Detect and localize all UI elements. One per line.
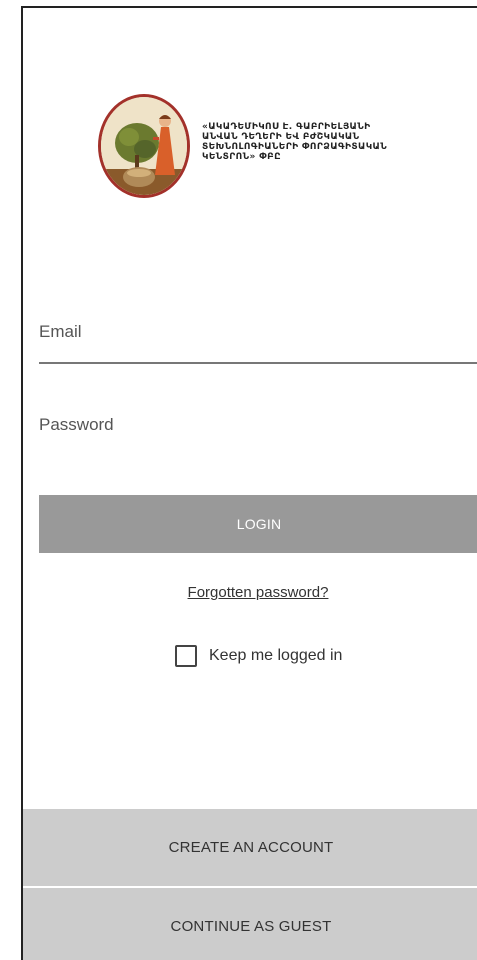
password-label: Password [39, 415, 114, 434]
brand-logo: «ԱԿԱԴԵՄԻԿՈՍ Է. ԳԱԲՐԻԵԼՅԱՆԻ ԱՆՎԱՆ ԴԵՂԵՐԻ … [98, 94, 418, 204]
logo-line-2: ԱՆՎԱՆ ԴԵՂԵՐԻ ԵՎ ԲԺՇԿԱԿԱՆ [202, 132, 360, 142]
create-account-label: CREATE AN ACCOUNT [168, 839, 334, 856]
keep-logged-in-label: Keep me logged in [209, 647, 343, 664]
logo-emblem [98, 94, 190, 198]
app-screen: «ԱԿԱԴԵՄԻԿՈՍ Է. ԳԱԲՐԻԵԼՅԱՆԻ ԱՆՎԱՆ ԴԵՂԵՐԻ … [21, 6, 477, 960]
forgot-password-link[interactable]: Forgotten password? [23, 584, 477, 601]
create-account-button[interactable]: CREATE AN ACCOUNT [23, 809, 477, 886]
login-button-label: LOGIN [236, 516, 282, 532]
logo-line-4: ԿԵՆՏՐՈՆ» ՓԲԸ [202, 152, 281, 162]
continue-as-guest-label: CONTINUE AS GUEST [170, 917, 332, 935]
email-field[interactable]: Email [39, 316, 477, 366]
logo-caption: «ԱԿԱԴԵՄԻԿՈՍ Է. ԳԱԲՐԻԵԼՅԱՆԻ ԱՆՎԱՆ ԴԵՂԵՐԻ … [202, 122, 417, 162]
login-button[interactable]: LOGIN [39, 495, 477, 553]
email-label: Email [39, 322, 82, 341]
keep-logged-in-checkbox[interactable] [175, 645, 197, 667]
email-underline [39, 362, 477, 364]
emblem-illustration [101, 97, 187, 195]
password-field[interactable]: Password [39, 413, 477, 453]
continue-as-guest-button[interactable]: CONTINUE AS GUEST [23, 888, 477, 960]
logo-line-3: ՏԵԽՆՈԼՈԳԻԱՆԵՐԻ ՓՈՐՁԱԳԻՏԱԿԱՆ [202, 142, 388, 152]
logo-line-1: «ԱԿԱԴԵՄԻԿՈՍ Է. ԳԱԲՐԻԵԼՅԱՆԻ [202, 122, 371, 132]
keep-logged-in[interactable]: Keep me logged in [175, 642, 342, 670]
